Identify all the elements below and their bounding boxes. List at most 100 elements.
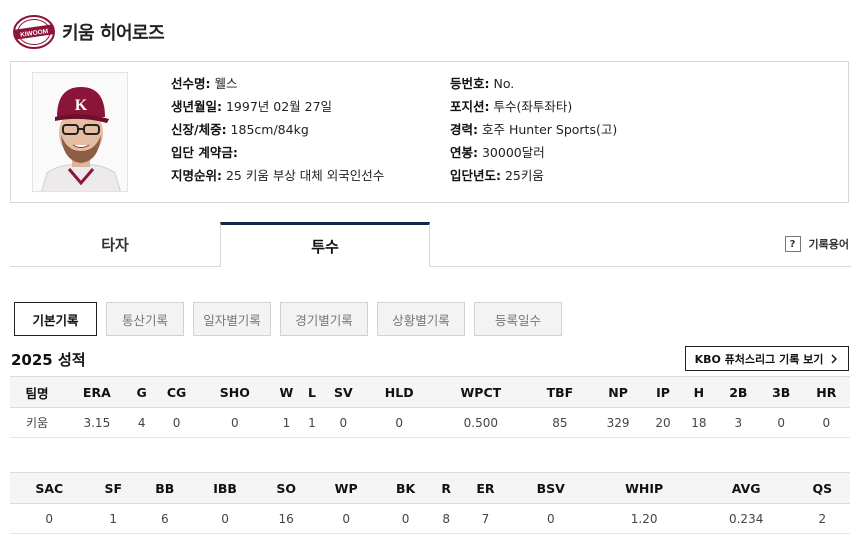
column-header-l[interactable]: L xyxy=(302,376,322,408)
column-header-2b[interactable]: 2B xyxy=(716,376,760,408)
player-info-row: 신장/체중: 185cm/84kg xyxy=(171,118,384,141)
info-label: 신장/체중: xyxy=(171,122,227,137)
position-tabs: 타자 투수 ? 기록용어 xyxy=(10,222,851,267)
player-info-row: 경력: 호주 Hunter Sports(고) xyxy=(450,118,617,141)
column-header-w[interactable]: W xyxy=(270,376,303,408)
column-header-bk[interactable]: BK xyxy=(378,472,433,504)
column-header-tbf[interactable]: TBF xyxy=(528,376,592,408)
player-photo: K xyxy=(32,72,128,192)
info-value: 1997년 02월 27일 xyxy=(222,99,333,114)
column-header-cg[interactable]: CG xyxy=(153,376,200,408)
subtab-1[interactable]: 기본기록 xyxy=(14,302,97,336)
info-label: 등번호: xyxy=(450,76,490,91)
info-value: 25 키움 부상 대체 외국인선수 xyxy=(222,168,385,183)
column-header-era[interactable]: ERA xyxy=(64,376,130,408)
player-info-row: 생년월일: 1997년 02월 27일 xyxy=(171,95,384,118)
column-header-qs[interactable]: QS xyxy=(794,472,850,504)
info-label: 입단 계약금: xyxy=(171,145,238,160)
team-logo-icon: KIWOOM xyxy=(13,15,55,49)
column-header-팀명[interactable]: 팀명 xyxy=(10,376,65,408)
glossary-link[interactable]: ? 기록용어 xyxy=(784,236,849,252)
column-header-ip[interactable]: IP xyxy=(645,376,681,408)
stats-table-extra: SAC SF BB IBB SO WP BK R ER BSV WHIP AVG QS 0 1 6 0 16 0 0… xyxy=(10,472,850,534)
column-header-bb[interactable]: BB xyxy=(137,472,192,504)
subtab-6[interactable]: 등록일수 xyxy=(474,302,562,336)
table-cell: 키움 xyxy=(10,407,65,438)
player-info-row: 등번호: No. xyxy=(450,72,617,95)
table-cell: 0 xyxy=(153,407,200,438)
player-info-row: 포지션: 투수(좌투좌타) xyxy=(450,95,617,118)
column-header-whip[interactable]: WHIP xyxy=(590,472,698,504)
column-header-so[interactable]: SO xyxy=(258,472,314,504)
player-info-left: 선수명: 웰스 생년월일: 1997년 02월 27일 신장/체중: 185cm/8… xyxy=(171,72,384,187)
table-cell: 329 xyxy=(591,407,646,438)
table-cell: 2 xyxy=(794,503,850,534)
player-info-row: 입단년도: 25키움 xyxy=(450,164,617,187)
info-label: 선수명: xyxy=(171,76,211,91)
column-header-np[interactable]: NP xyxy=(591,376,646,408)
column-header-avg[interactable]: AVG xyxy=(697,472,795,504)
tab-hitter[interactable]: 타자 xyxy=(10,222,220,267)
info-value: No. xyxy=(489,76,515,91)
table-row: 0 1 6 0 16 0 0 8 7 0 1.20 0.234 2 xyxy=(10,503,850,534)
column-header-sho[interactable]: SHO xyxy=(199,376,271,408)
column-header-ibb[interactable]: IBB xyxy=(191,472,259,504)
info-value: 185cm/84kg xyxy=(226,122,309,137)
table-cell: 0 xyxy=(10,503,89,534)
table-cell: 0 xyxy=(378,503,433,534)
svg-text:K: K xyxy=(75,97,88,114)
table-cell: 85 xyxy=(528,407,592,438)
table-cell: 6 xyxy=(137,503,192,534)
subtab-3[interactable]: 일자별기록 xyxy=(193,302,271,336)
subtab-5[interactable]: 상황별기록 xyxy=(377,302,465,336)
column-header-h[interactable]: H xyxy=(680,376,717,408)
futures-record-button[interactable]: KBO 퓨처스리그 기록 보기 xyxy=(685,346,849,371)
subtab-4[interactable]: 경기별기록 xyxy=(280,302,368,336)
info-label: 경력: xyxy=(450,122,478,137)
team-header: KIWOOM 키움 히어로즈 xyxy=(12,14,165,50)
table-cell: 0 xyxy=(802,407,850,438)
subtab-2[interactable]: 통산기록 xyxy=(106,302,184,336)
info-value: 투수(좌투좌타) xyxy=(489,99,573,114)
player-info-row: 선수명: 웰스 xyxy=(171,72,384,95)
column-header-3b[interactable]: 3B xyxy=(759,376,803,408)
column-header-sac[interactable]: SAC xyxy=(10,472,89,504)
glossary-label: 기록용어 xyxy=(808,238,849,251)
info-value: 웰스 xyxy=(210,76,238,91)
info-value: 호주 Hunter Sports(고) xyxy=(478,122,618,137)
table-cell: 0 xyxy=(313,503,379,534)
column-header-er[interactable]: ER xyxy=(459,472,511,504)
futures-button-label: KBO 퓨처스리그 기록 보기 xyxy=(694,352,824,366)
column-header-wp[interactable]: WP xyxy=(313,472,379,504)
table-cell: 7 xyxy=(459,503,511,534)
player-info-row: 연봉: 30000달러 xyxy=(450,141,617,164)
table-cell: 8 xyxy=(432,503,460,534)
info-value: 30000달러 xyxy=(478,145,545,160)
tab-divider xyxy=(430,266,851,267)
column-header-sf[interactable]: SF xyxy=(88,472,138,504)
column-header-hr[interactable]: HR xyxy=(802,376,850,408)
column-header-hld[interactable]: HLD xyxy=(365,376,434,408)
table-cell: 4 xyxy=(129,407,154,438)
column-header-r[interactable]: R xyxy=(432,472,460,504)
player-info-right: 등번호: No. 포지션: 투수(좌투좌타) 경력: 호주 Hunter Sport… xyxy=(450,72,617,187)
stats-table-main: 팀명 ERA G CG SHO W L SV HLD WPCT TBF NP IP H 2B 3B HR 키움 3… xyxy=(10,376,850,438)
table-cell: 0.500 xyxy=(433,407,529,438)
player-profile: K 선수명: 웰스 생년월일: 1997년 02월 27일 신장/체중: 185cm… xyxy=(10,61,849,203)
column-header-sv[interactable]: SV xyxy=(321,376,366,408)
table-cell: 16 xyxy=(258,503,314,534)
table-cell: 1.20 xyxy=(590,503,698,534)
tab-pitcher[interactable]: 투수 xyxy=(220,222,430,267)
info-value: 25키움 xyxy=(501,168,544,183)
question-icon: ? xyxy=(784,236,801,252)
table-cell: 18 xyxy=(680,407,717,438)
info-label: 입단년도: xyxy=(450,168,501,183)
table-cell: 20 xyxy=(645,407,681,438)
chevron-right-icon xyxy=(831,354,838,363)
info-label: 연봉: xyxy=(450,145,478,160)
table-row: 키움 3.15 4 0 0 1 1 0 0 0.500 85 329 20 18 3 0 0 xyxy=(10,407,850,438)
column-header-wpct[interactable]: WPCT xyxy=(433,376,529,408)
column-header-bsv[interactable]: BSV xyxy=(511,472,591,504)
player-info-row: 입단 계약금: xyxy=(171,141,384,164)
column-header-g[interactable]: G xyxy=(129,376,154,408)
